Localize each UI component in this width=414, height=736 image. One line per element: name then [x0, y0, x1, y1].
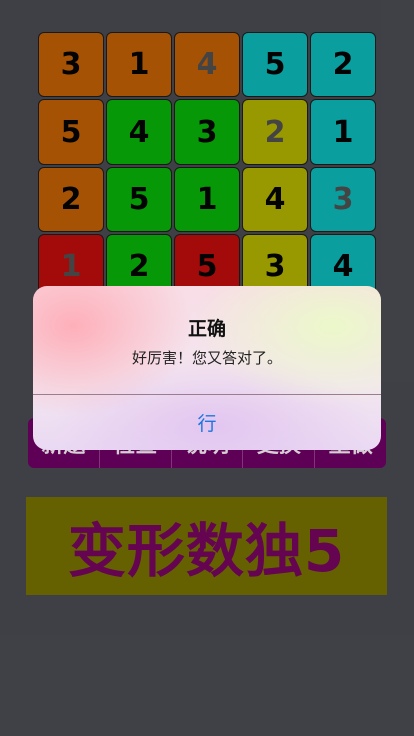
alert-ok-button[interactable]: 行 [33, 395, 381, 450]
alert-dialog: 正确 好厉害！您又答对了。 行 [33, 286, 381, 450]
alert-message: 好厉害！您又答对了。 [131, 349, 282, 367]
alert-title: 正确 [187, 318, 226, 340]
